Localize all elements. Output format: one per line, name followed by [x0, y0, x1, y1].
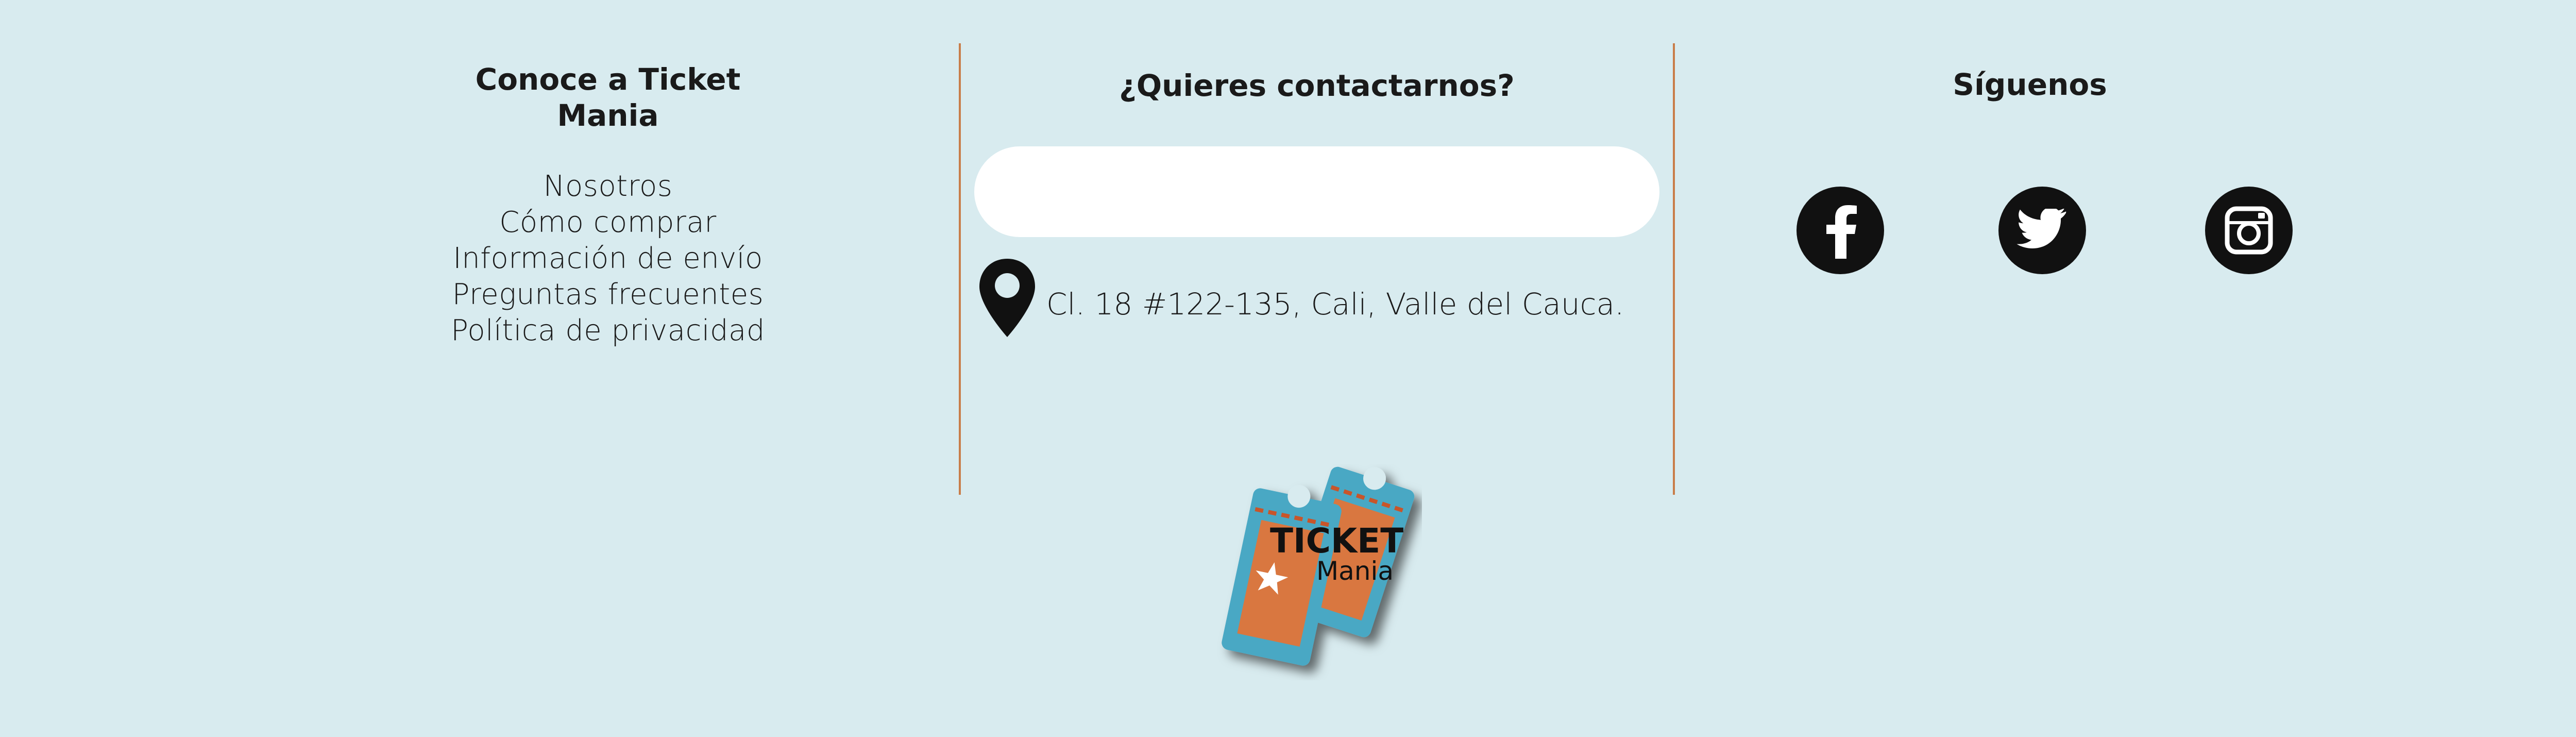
- address-text: Cl. 18 #122-135, Cali, Valle del Cauca.: [1046, 287, 1624, 322]
- twitter-icon: [2016, 209, 2066, 248]
- link-como-comprar[interactable]: Cómo comprar: [499, 205, 717, 241]
- site-footer: Conoce a Ticket Mania Nosotros Cómo comp…: [0, 0, 2576, 737]
- about-heading: Conoce a Ticket Mania: [475, 62, 741, 133]
- social-heading: Síguenos: [1953, 67, 2107, 102]
- facebook-icon: [1826, 205, 1857, 259]
- twitter-link[interactable]: [1998, 187, 2086, 274]
- link-preguntas-frecuentes[interactable]: Preguntas frecuentes: [452, 277, 764, 313]
- instagram-icon: [2225, 206, 2273, 255]
- location-pin-icon: [979, 259, 1035, 337]
- ticket-mania-logo[interactable]: TICKET Mania: [1216, 464, 1422, 680]
- contact-heading: ¿Quieres contactarnos?: [1119, 68, 1515, 103]
- social-icons: [1674, 187, 2385, 279]
- contact-column: ¿Quieres contactarnos? Cl. 18 #122-135, …: [960, 0, 1674, 495]
- social-column: Síguenos: [1674, 67, 2385, 274]
- about-column: Conoce a Ticket Mania Nosotros Cómo comp…: [428, 62, 788, 349]
- link-informacion-envio[interactable]: Información de envío: [453, 241, 763, 277]
- instagram-link[interactable]: [2205, 187, 2293, 274]
- facebook-link[interactable]: [1797, 187, 1884, 274]
- ticket-logo-icon: TICKET Mania: [1222, 466, 1415, 666]
- link-nosotros[interactable]: Nosotros: [544, 169, 673, 205]
- link-politica-privacidad[interactable]: Política de privacidad: [451, 313, 765, 349]
- about-links: Nosotros Cómo comprar Información de env…: [428, 169, 788, 349]
- contact-input[interactable]: [974, 146, 1659, 237]
- address-row: Cl. 18 #122-135, Cali, Valle del Cauca.: [976, 257, 1624, 339]
- logo-word-ticket: TICKET: [1270, 521, 1403, 561]
- logo-word-mania: Mania: [1316, 556, 1394, 586]
